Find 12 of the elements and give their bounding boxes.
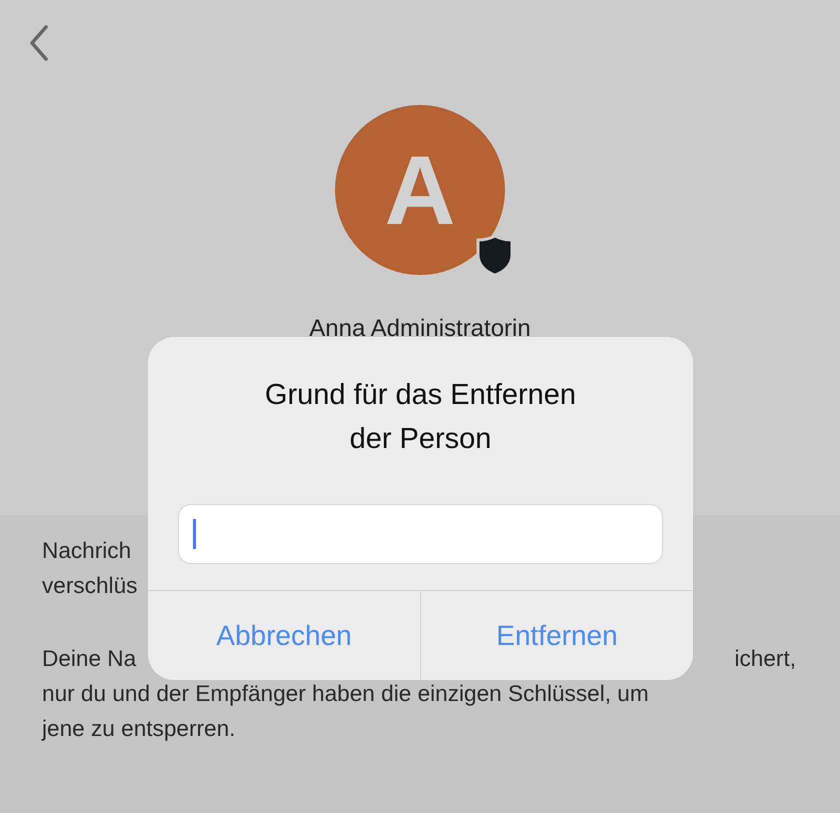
info-text: jene zu entsperren. <box>42 715 236 743</box>
input-field[interactable] <box>178 504 663 564</box>
info-text: verschlüs <box>42 572 138 600</box>
profile-name: Anna Administratorin <box>309 314 531 344</box>
dialog-button[interactable]: Abbrechen <box>148 591 420 680</box>
dialog-title: Grund für das Entfernen der Person <box>264 378 578 457</box>
dialog-button[interactable]: Entfernen <box>420 591 693 680</box>
info-text: nur du und der Empfänger haben die einzigen Schlüssel, um <box>42 680 649 708</box>
info-text: Deine Na <box>42 645 136 673</box>
info-text: ichert, <box>734 645 796 673</box>
avatar-initial: A <box>384 141 456 239</box>
info-text: Nachrich <box>42 537 132 565</box>
